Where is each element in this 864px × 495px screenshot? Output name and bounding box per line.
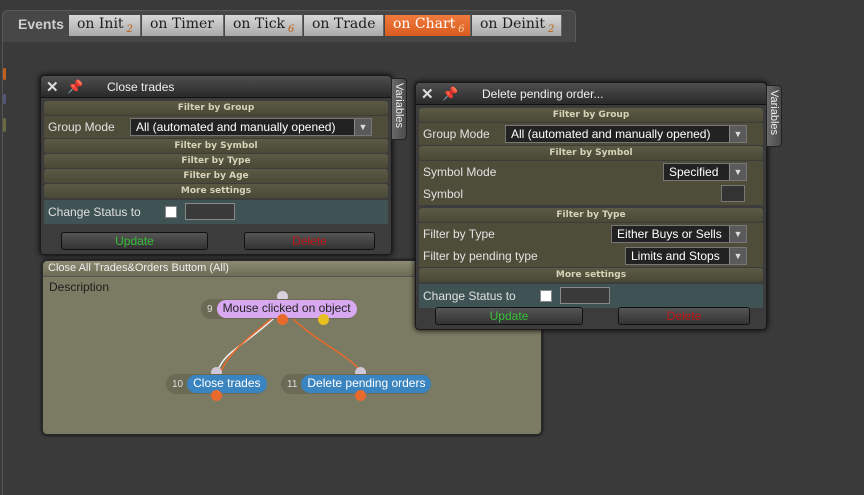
pin-icon[interactable]: 📌 [442, 86, 458, 102]
tab-badge: 2 [126, 23, 133, 35]
section-filter-by-group[interactable]: Filter by Group [44, 101, 388, 115]
section-more-settings[interactable]: More settings [44, 184, 388, 198]
filter-pending-select[interactable]: Limits and Stops ▼ [625, 247, 747, 265]
filter-by-type-select[interactable]: Either Buys or Sells ▼ [611, 225, 747, 243]
tab-badge: 2 [548, 23, 555, 35]
group-mode-row: Group Mode All (automated and manually o… [44, 116, 388, 138]
change-status-label: Change Status to [423, 289, 516, 303]
edge-marker-blue [3, 94, 6, 104]
tab-label: on Tick [233, 16, 286, 32]
section-filter-by-symbol[interactable]: Filter by Symbol [44, 139, 388, 153]
group-mode-label: Group Mode [48, 120, 115, 134]
tab-badge: 6 [288, 23, 295, 35]
node-label: Delete pending orders [301, 375, 432, 393]
filter-pending-row: Filter by pending type Limits and Stops … [419, 245, 763, 267]
node-number: 11 [287, 378, 298, 390]
events-label: Events [18, 16, 64, 32]
filter-pending-value: Limits and Stops [631, 249, 720, 263]
variables-tab[interactable]: Variables [391, 78, 407, 140]
section-more-settings[interactable]: More settings [419, 268, 763, 282]
chevron-down-icon: ▼ [729, 248, 746, 264]
tab-label: on Timer [150, 16, 214, 32]
dialog-titlebar[interactable]: ✕ 📌 Delete pending order... [416, 83, 766, 105]
tab-on-chart[interactable]: on Chart 6 [385, 15, 471, 36]
symbol-mode-value: Specified [669, 165, 719, 179]
node-number: 10 [172, 378, 184, 390]
section-filter-by-symbol[interactable]: Filter by Symbol [419, 146, 763, 160]
filter-by-type-row: Filter by Type Either Buys or Sells ▼ [419, 223, 763, 245]
tab-label: on Deinit [480, 16, 546, 32]
node-label: Close trades [187, 375, 267, 393]
symbol-mode-row: Symbol Mode Specified ▼ [419, 161, 763, 183]
dialog-title: Close trades [107, 80, 175, 94]
node-number: 9 [207, 303, 213, 315]
chevron-down-icon: ▼ [729, 226, 746, 242]
tab-on-timer[interactable]: on Timer [142, 15, 224, 36]
delete-button[interactable]: Delete [618, 307, 750, 325]
close-trades-dialog: ✕ 📌 Close trades Filter by Group Group M… [40, 75, 392, 255]
events-tabbar: Events on Init 2 on Timer on Tick 6 on Tra… [0, 0, 864, 42]
variables-tab-label: Variables [768, 90, 780, 136]
chevron-down-icon: ▼ [729, 164, 746, 180]
update-button[interactable]: Update [435, 307, 583, 325]
delete-pending-dialog: ✕ 📌 Delete pending order... Filter by Gr… [415, 82, 767, 330]
dialog-title: Delete pending order... [482, 87, 604, 101]
dialog-titlebar[interactable]: ✕ 📌 Close trades [41, 76, 391, 98]
close-icon[interactable]: ✕ [46, 78, 59, 96]
change-status-row: Change Status to [419, 284, 763, 308]
edge-marker-olive [3, 118, 6, 132]
symbol-label: Symbol [423, 187, 464, 201]
tab-on-trade[interactable]: on Trade [304, 15, 384, 36]
change-status-label: Change Status to [48, 205, 141, 219]
update-button[interactable]: Update [61, 232, 208, 250]
chevron-down-icon: ▼ [729, 126, 746, 142]
close-icon[interactable]: ✕ [421, 85, 434, 103]
tab-label: on Init [77, 16, 124, 32]
section-filter-by-age[interactable]: Filter by Age [44, 169, 388, 183]
tab-on-deinit[interactable]: on Deinit 2 [472, 15, 562, 36]
node-output-port-alt[interactable] [318, 314, 329, 325]
variables-tab[interactable]: Variables [766, 85, 782, 147]
node-output-port[interactable] [211, 390, 222, 401]
group-mode-label: Group Mode [423, 127, 490, 141]
group-mode-select[interactable]: All (automated and manually opened) ▼ [130, 118, 372, 136]
change-status-row: Change Status to [44, 200, 388, 224]
node-output-port[interactable] [277, 314, 288, 325]
delete-button[interactable]: Delete [244, 232, 375, 250]
change-status-input[interactable] [560, 287, 610, 304]
tab-label: on Trade [312, 16, 376, 32]
filter-by-type-value: Either Buys or Sells [617, 227, 722, 241]
tab-badge: 6 [458, 23, 465, 35]
group-mode-value: All (automated and manually opened) [511, 127, 711, 141]
tab-label: on Chart [393, 16, 456, 32]
change-status-input[interactable] [185, 203, 235, 220]
symbol-mode-select[interactable]: Specified ▼ [663, 163, 747, 181]
variables-tab-label: Variables [393, 83, 405, 129]
group-mode-value: All (automated and manually opened) [136, 120, 336, 134]
symbol-row: Symbol [419, 183, 763, 205]
symbol-mode-label: Symbol Mode [423, 165, 497, 179]
pin-icon[interactable]: 📌 [67, 79, 83, 95]
chevron-down-icon: ▼ [354, 119, 371, 135]
change-status-checkbox[interactable] [165, 206, 177, 218]
section-filter-by-group[interactable]: Filter by Group [419, 108, 763, 122]
tab-on-init[interactable]: on Init 2 [69, 15, 141, 36]
section-filter-by-type[interactable]: Filter by Type [419, 208, 763, 222]
symbol-input[interactable] [721, 185, 745, 202]
node-output-port[interactable] [355, 390, 366, 401]
edge-marker-orange [3, 68, 6, 80]
section-filter-by-type[interactable]: Filter by Type [44, 154, 388, 168]
group-mode-row: Group Mode All (automated and manually o… [419, 123, 763, 145]
filter-pending-label: Filter by pending type [423, 249, 538, 263]
tab-on-tick[interactable]: on Tick 6 [225, 15, 303, 36]
filter-by-type-label: Filter by Type [423, 227, 495, 241]
group-mode-select[interactable]: All (automated and manually opened) ▼ [505, 125, 747, 143]
change-status-checkbox[interactable] [540, 290, 552, 302]
